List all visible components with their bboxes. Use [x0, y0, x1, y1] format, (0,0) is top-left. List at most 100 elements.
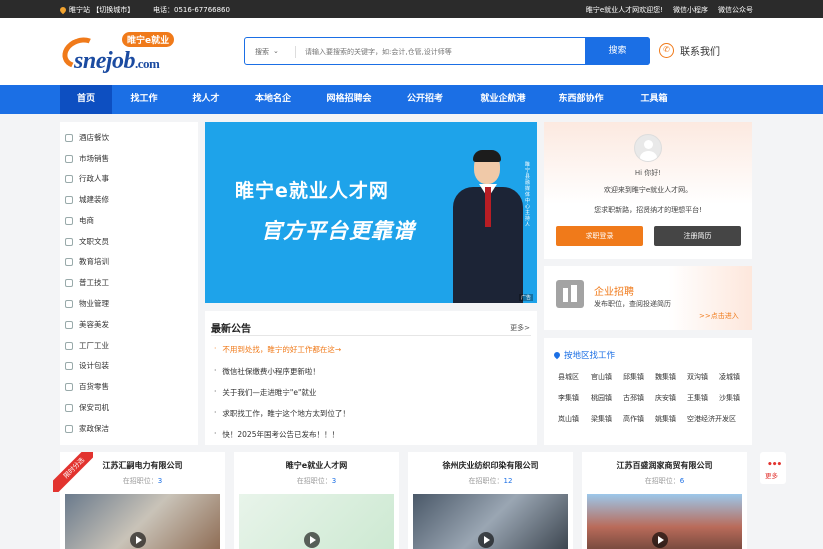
town-link[interactable]: 邱集镇	[623, 372, 644, 382]
town-link[interactable]: 空港经济开发区	[687, 414, 736, 424]
category-icon	[65, 382, 73, 391]
contact-us-link[interactable]: ✆ 联系我们	[659, 43, 720, 58]
town-link[interactable]: 王集镇	[687, 393, 708, 403]
announcement-item[interactable]: · 微信社保缴费小程序更新啦！	[214, 366, 320, 377]
enterprise-enter-link[interactable]: >>点击进入	[699, 311, 739, 321]
town-link[interactable]: 岚山镇	[558, 414, 579, 424]
nav-public-exam[interactable]: 公开招考	[396, 85, 454, 114]
search-input[interactable]	[305, 44, 575, 60]
nav-find-job[interactable]: 找工作	[118, 85, 170, 114]
town-link[interactable]: 沙集镇	[719, 393, 740, 403]
category-icon	[65, 341, 73, 350]
play-icon[interactable]	[652, 532, 668, 548]
company-name: 江苏百盛润家商贸有限公司	[616, 461, 713, 470]
more-dots-icon: •••	[767, 460, 782, 470]
hero-banner[interactable]: 睢宁e就业人才网 官方平台更靠谱 睢宁县融媒体中心主持人 广告	[205, 122, 537, 303]
town-link[interactable]: 古邳镇	[623, 393, 644, 403]
town-link[interactable]: 桃园镇	[591, 393, 612, 403]
town-link[interactable]: 官山镇	[591, 372, 612, 382]
nav-home[interactable]: 首页	[60, 85, 112, 114]
nav-enterprise-port[interactable]: 就业企航港	[470, 85, 536, 114]
category-icon	[65, 257, 73, 266]
nav-local-companies[interactable]: 本地名企	[242, 85, 304, 114]
miniprogram-link[interactable]: 微信小程序	[673, 5, 708, 15]
open-positions: 在招职位：6	[644, 477, 685, 485]
category-item[interactable]: 文职文员	[65, 236, 109, 247]
category-item[interactable]: 保安司机	[65, 402, 109, 413]
town-link[interactable]: 梁集镇	[591, 414, 612, 424]
company-card[interactable]: 徐州庆业纺织印染有限公司 在招职位：12	[408, 452, 573, 549]
banner-title: 睢宁e就业人才网	[235, 180, 389, 202]
search-button[interactable]: 搜索	[585, 37, 650, 65]
official-account-link[interactable]: 微信公众号	[718, 5, 753, 15]
category-sidebar: 酒店餐饮 市场销售 行政人事 城建装修 电商 文职文员 教育培训 普工技工 物业…	[60, 122, 198, 445]
category-item[interactable]: 家政保洁	[65, 423, 109, 434]
location-pin-icon	[552, 350, 562, 360]
category-item[interactable]: 百货零售	[65, 381, 109, 392]
search-box: 搜索⌄ 搜索	[244, 37, 650, 65]
site-logo[interactable]: 睢宁e就业 snejob.com	[58, 30, 202, 75]
category-icon	[65, 278, 73, 287]
category-item[interactable]: 物业管理	[65, 298, 109, 309]
nav-find-talent[interactable]: 找人才	[180, 85, 232, 114]
announcement-item[interactable]: · 关于我们—走进睢宁"e"就业	[214, 387, 316, 398]
enterprise-title: 企业招聘	[594, 287, 634, 298]
welcome-text: 睢宁e就业人才网欢迎您!	[585, 6, 663, 14]
town-link[interactable]: 高作镇	[623, 414, 644, 424]
open-positions: 在招职位：12	[468, 477, 513, 485]
play-icon[interactable]	[130, 532, 146, 548]
town-link[interactable]: 凌城镇	[719, 372, 740, 382]
location-pin-icon	[58, 5, 68, 15]
nav-job-fair[interactable]: 网格招聘会	[316, 85, 382, 114]
announcements-more-link[interactable]: 更多>	[510, 323, 530, 333]
category-item[interactable]: 市场销售	[65, 153, 109, 164]
job-seeker-login-button[interactable]: 求职登录	[556, 226, 643, 246]
town-link[interactable]: 县城区	[558, 372, 579, 382]
logo-word: snejob.com	[74, 48, 160, 74]
category-item[interactable]: 教育培训	[65, 256, 109, 267]
floating-more-button[interactable]: ••• 更多	[760, 452, 786, 484]
announcement-item[interactable]: · 不用到处找，睢宁的好工作都在这→	[214, 344, 341, 355]
banner-vertical-text: 睢宁县融媒体中心主持人	[525, 162, 531, 228]
town-link[interactable]: 庆安镇	[655, 393, 676, 403]
location-text[interactable]: 睢宁站 【切换城市】	[69, 5, 134, 15]
town-link[interactable]: 双沟镇	[687, 372, 708, 382]
open-positions: 在招职位：3	[296, 477, 337, 485]
login-panel: Hi 你好! 欢迎来到睢宁e就业人才网。 您求职新路，招贤纳才的理想平台! 求职…	[544, 122, 752, 259]
nav-toolbox[interactable]: 工具箱	[628, 85, 680, 114]
category-item[interactable]: 设计包装	[65, 360, 109, 371]
top-bar: 睢宁站 【切换城市】 电话：0516-67766860 睢宁e就业人才网欢迎您!…	[0, 0, 823, 18]
category-item[interactable]: 电商	[65, 215, 94, 226]
category-item[interactable]: 普工技工	[65, 277, 109, 288]
location-switcher[interactable]: 睢宁站 【切换城市】	[58, 5, 134, 15]
category-item[interactable]: 行政人事	[65, 173, 109, 184]
category-item[interactable]: 工厂工业	[65, 340, 109, 351]
category-item[interactable]: 酒店餐饮	[65, 132, 109, 143]
nav-east-west[interactable]: 东西部协作	[550, 85, 612, 114]
company-card[interactable]: 江苏百盛润家商贸有限公司 在招职位：6	[582, 452, 747, 549]
enterprise-recruit-card[interactable]: 企业招聘 发布职位，查阅投递简历 >>点击进入	[544, 266, 752, 330]
town-link[interactable]: 姚集镇	[655, 414, 676, 424]
company-card[interactable]: 睢宁e就业人才网 在招职位：3	[234, 452, 399, 549]
featured-ribbon: 限时分选	[53, 452, 93, 492]
category-icon	[65, 216, 73, 225]
play-icon[interactable]	[304, 532, 320, 548]
category-icon	[65, 133, 73, 142]
category-icon	[65, 299, 73, 308]
phone-icon: ✆	[659, 43, 674, 58]
register-resume-button[interactable]: 注册简历	[654, 226, 741, 246]
announcement-item[interactable]: · 快！2025年国考公告已发布！！！	[214, 429, 339, 440]
announcement-item[interactable]: · 求职找工作，睢宁这个地方太到位了！	[214, 408, 350, 419]
category-icon	[65, 361, 73, 370]
category-icon	[65, 237, 73, 246]
play-icon[interactable]	[478, 532, 494, 548]
category-icon	[65, 320, 73, 329]
banner-subtitle: 官方平台更靠谱	[261, 219, 415, 243]
category-icon	[65, 195, 73, 204]
search-scope-select[interactable]: 搜索 ⌄	[255, 47, 279, 57]
town-link[interactable]: 李集镇	[558, 393, 579, 403]
town-link[interactable]: 魏集镇	[655, 372, 676, 382]
category-icon	[65, 154, 73, 163]
category-item[interactable]: 美容美发	[65, 319, 109, 330]
category-item[interactable]: 城建装修	[65, 194, 109, 205]
